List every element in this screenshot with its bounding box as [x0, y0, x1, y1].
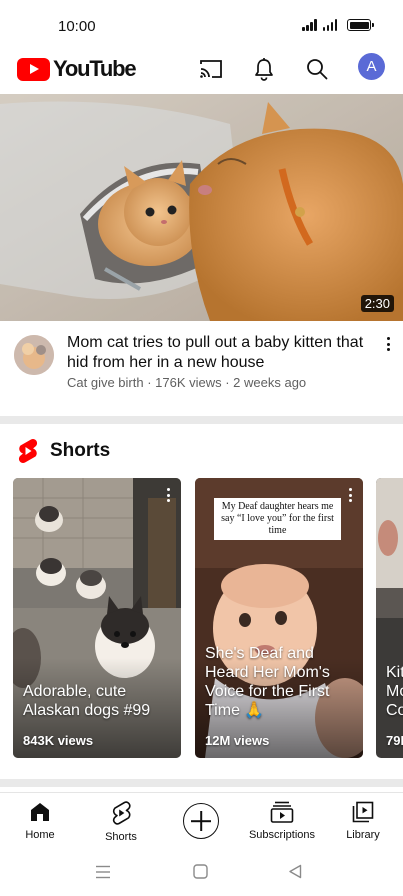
search-button[interactable]: [302, 54, 332, 84]
channel-avatar-image: [14, 335, 54, 375]
shorts-heading: Shorts: [50, 440, 111, 461]
home-square-icon[interactable]: [193, 864, 208, 879]
short-caption: Adorable, cute Alaskan dogs #99: [23, 683, 151, 719]
nav-label: Subscriptions: [248, 829, 316, 841]
short-overlay-text: My Deaf daughter hears me say “I love yo…: [214, 498, 341, 540]
battery-icon: [347, 19, 374, 31]
nav-shorts[interactable]: Shorts: [81, 801, 161, 843]
short-more-button[interactable]: [349, 488, 353, 502]
youtube-play-icon: [17, 57, 50, 81]
subscriptions-icon: [270, 801, 294, 823]
nav-label: Home: [25, 829, 55, 841]
dot: [386, 342, 390, 346]
system-navigation-bar: [0, 848, 403, 896]
nav-home[interactable]: Home: [0, 801, 80, 841]
video-thumbnail[interactable]: 2:30: [0, 94, 403, 321]
create-button[interactable]: [183, 803, 219, 839]
youtube-logo[interactable]: YouTube: [17, 56, 137, 82]
short-card[interactable]: My Deaf daughter hears me say “I love yo…: [195, 478, 363, 758]
shorts-icon: [112, 801, 131, 825]
short-caption: Kit Mo Co: [386, 664, 403, 719]
bottom-navigation: Home Shorts Subscriptions Library: [0, 792, 403, 848]
nav-library[interactable]: Library: [323, 801, 403, 841]
short-views: 843K views: [23, 733, 94, 748]
cast-button[interactable]: [196, 54, 226, 84]
short-card[interactable]: Adorable, cute Alaskan dogs #99 843K vie…: [13, 478, 181, 758]
short-views: 12M views: [205, 733, 270, 748]
shorts-header: Shorts: [16, 438, 110, 464]
signal-icon: [302, 19, 317, 31]
short-caption: She's Deaf and Heard Her Mom's Voice for…: [205, 645, 330, 719]
search-icon: [307, 59, 328, 80]
nav-label: Library: [346, 829, 380, 841]
notifications-button[interactable]: [249, 54, 279, 84]
status-bar: 10:00: [0, 0, 403, 50]
section-divider: [0, 416, 403, 424]
nav-subscriptions[interactable]: Subscriptions: [242, 801, 322, 841]
logo-text: YouTube: [53, 56, 137, 81]
video-subtitle: Cat give birth · 176K views · 2 weeks ag…: [67, 375, 307, 390]
app-bar: YouTube: [0, 50, 403, 94]
recents-menu-icon[interactable]: [95, 865, 111, 879]
shorts-shelf: Adorable, cute Alaskan dogs #99 843K vie…: [0, 478, 403, 758]
shorts-logo-icon: [18, 439, 38, 463]
video-more-button[interactable]: [383, 335, 393, 353]
video-duration-badge: 2:30: [360, 295, 394, 312]
short-card[interactable]: Kit Mo Co 79K: [376, 478, 403, 758]
signal-icon-2: [322, 19, 337, 31]
cast-icon: [200, 60, 222, 78]
video-title[interactable]: Mom cat tries to pull out a baby kitten …: [67, 333, 372, 373]
library-icon: [352, 801, 374, 823]
bell-icon: [255, 58, 273, 81]
thumbnail-image: [0, 94, 403, 321]
short-more-button[interactable]: [167, 488, 171, 502]
short-views: 79K: [386, 733, 403, 748]
section-divider: [0, 779, 403, 787]
dot: [386, 348, 390, 351]
home-icon: [31, 803, 49, 821]
nav-label: Shorts: [105, 831, 137, 843]
dot: [386, 337, 390, 340]
status-icons: [302, 19, 374, 31]
status-time: 10:00: [58, 18, 96, 35]
video-details[interactable]: Mom cat tries to pull out a baby kitten …: [0, 321, 403, 416]
account-avatar[interactable]: A: [358, 53, 385, 80]
channel-avatar[interactable]: [14, 335, 54, 375]
back-triangle-icon[interactable]: [288, 864, 302, 879]
